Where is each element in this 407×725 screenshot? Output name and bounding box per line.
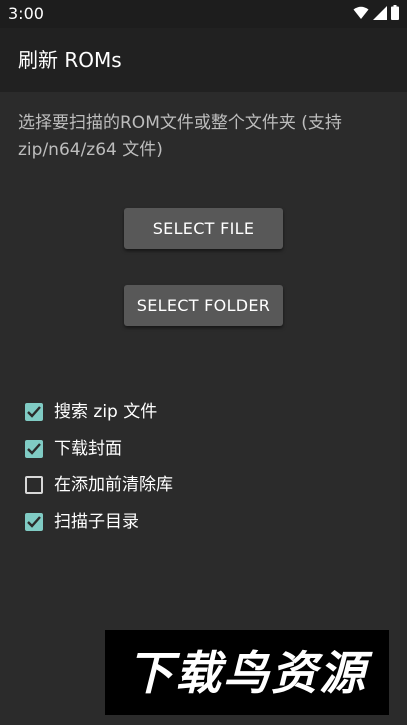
select-file-button[interactable]: SELECT FILE xyxy=(124,208,283,249)
watermark-text: 下载鸟资源 xyxy=(127,645,367,700)
check-icon xyxy=(27,406,41,418)
status-time: 3:00 xyxy=(8,4,44,23)
screen: 3:00 刷新 ROMs 选择要扫描的ROM文件或整个文件夹 (支持zip/n6… xyxy=(0,0,407,725)
checkbox-clear-library[interactable] xyxy=(25,476,43,495)
checkbox-search-zip[interactable] xyxy=(25,403,43,422)
option-label: 在添加前清除库 xyxy=(54,475,173,496)
check-icon xyxy=(27,442,41,455)
cellular-signal-icon xyxy=(373,5,387,24)
checkbox-scan-subdirectories[interactable] xyxy=(25,512,43,531)
checkbox-download-covers[interactable] xyxy=(25,439,43,458)
app-title: 刷新 ROMs xyxy=(18,48,122,72)
option-scan-subdirectories[interactable]: 扫描子目录 xyxy=(25,504,173,541)
wifi-icon xyxy=(353,5,369,24)
option-search-zip[interactable]: 搜索 zip 文件 xyxy=(25,394,173,431)
check-icon xyxy=(27,515,41,528)
select-folder-button[interactable]: SELECT FOLDER xyxy=(124,285,283,326)
app-bar: 刷新 ROMs xyxy=(0,28,407,92)
option-label: 搜索 zip 文件 xyxy=(54,402,158,423)
option-download-covers[interactable]: 下载封面 xyxy=(25,431,173,468)
option-label: 下载封面 xyxy=(54,438,122,459)
battery-icon xyxy=(391,4,399,24)
status-bar: 3:00 xyxy=(0,0,407,28)
option-list: 搜索 zip 文件 下载封面 在添加前清除库 扫描子目录 xyxy=(25,394,173,540)
option-label: 扫描子目录 xyxy=(54,511,139,532)
status-icons xyxy=(353,4,399,24)
option-clear-library[interactable]: 在添加前清除库 xyxy=(25,467,173,504)
watermark-logo: 下载鸟资源 xyxy=(105,630,389,715)
description-text: 选择要扫描的ROM文件或整个文件夹 (支持zip/n64/z64 文件) xyxy=(18,113,342,160)
